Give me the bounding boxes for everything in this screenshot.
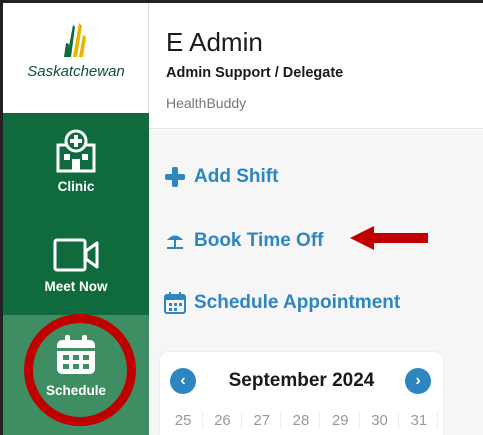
wheat-logo-icon: [64, 23, 86, 57]
sidebar-item-clinic[interactable]: Clinic: [3, 129, 149, 194]
calendar-day[interactable]: 27: [243, 412, 282, 429]
calendar-month-title: September 2024: [228, 370, 375, 391]
mini-calendar: ‹ September 2024 › 25 26 27 28 29 30 31: [160, 352, 443, 435]
calendar-icon: [164, 292, 186, 314]
calendar-day[interactable]: 30: [361, 412, 400, 429]
annotation-circle: [24, 314, 136, 426]
user-name: E Admin: [166, 27, 263, 57]
sidebar-item-meet-now[interactable]: Meet Now: [3, 237, 149, 294]
calendar-day[interactable]: 28: [282, 412, 321, 429]
sidebar-item-label: Meet Now: [44, 279, 108, 294]
beach-umbrella-icon: [167, 235, 183, 249]
add-shift-label: Add Shift: [194, 166, 279, 187]
calendar-day[interactable]: 29: [322, 412, 360, 429]
brand-name: Saskatchewan: [27, 63, 125, 80]
page-header: E Admin Admin Support / Delegate HealthB…: [149, 3, 483, 129]
annotation-arrow: [350, 226, 428, 250]
user-role: Admin Support / Delegate: [166, 65, 344, 81]
calendar-day[interactable]: 26: [204, 412, 242, 429]
book-time-off-link[interactable]: Book Time Off: [164, 230, 324, 252]
calendar-day[interactable]: 31: [400, 412, 439, 429]
add-shift-link[interactable]: Add Shift: [164, 166, 278, 188]
schedule-appointment-link[interactable]: Schedule Appointment: [164, 292, 400, 314]
chevron-right-icon: ›: [415, 372, 421, 389]
book-time-off-label: Book Time Off: [194, 230, 324, 251]
schedule-appointment-label: Schedule Appointment: [194, 292, 401, 313]
video-camera-icon: [53, 238, 99, 272]
calendar-day[interactable]: 25: [165, 412, 203, 429]
hospital-icon: [56, 129, 96, 173]
app-name: HealthBuddy: [166, 95, 247, 111]
next-month-button[interactable]: ›: [405, 368, 431, 394]
calendar-days-row: 25 26 27 28 29 30 31: [160, 412, 443, 429]
sidebar-item-label: Clinic: [57, 179, 95, 194]
plus-icon: [165, 167, 185, 187]
brand-logo: Saskatchewan: [3, 3, 149, 113]
